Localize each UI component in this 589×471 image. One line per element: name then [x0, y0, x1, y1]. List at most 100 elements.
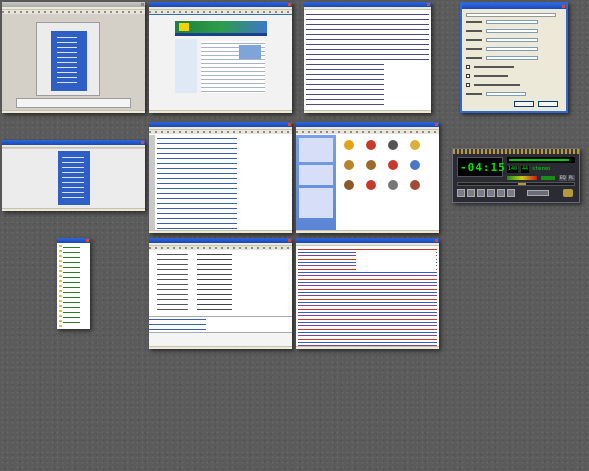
winamp-volume-slider[interactable]	[507, 176, 537, 180]
cp-item-icon[interactable]	[388, 140, 398, 150]
webpage-logo	[179, 23, 189, 31]
document-blue-panel	[58, 151, 90, 205]
window-thumbnail-file-manager[interactable]	[149, 238, 292, 349]
document-page-area	[36, 22, 100, 96]
window-thumbnail-word-landscape[interactable]	[2, 140, 145, 211]
window-toolbar	[149, 10, 292, 14]
window-titlebar	[149, 122, 292, 127]
cp-item-icon[interactable]	[388, 160, 398, 170]
code-text	[157, 136, 290, 229]
cp-item-icon[interactable]	[344, 160, 354, 170]
window-titlebar	[296, 122, 439, 127]
folder-tree	[151, 252, 195, 314]
window-titlebar	[296, 238, 439, 243]
document-page-area	[2, 149, 145, 208]
window-statusbar	[2, 208, 145, 211]
editor-text-mask	[384, 62, 429, 108]
window-thumbnail-control-panel[interactable]	[296, 122, 439, 233]
cp-item-icon[interactable]	[388, 180, 398, 190]
window-titlebar	[149, 2, 292, 7]
winamp-prev-icon[interactable]	[457, 189, 465, 197]
winamp-logo-icon	[563, 189, 573, 197]
window-titlebar	[462, 4, 566, 9]
task-pane-box-2	[299, 165, 333, 185]
task-pane-box-3	[299, 188, 333, 218]
cp-item-icon[interactable]	[410, 160, 420, 170]
window-thumbnail-web-browser[interactable]	[149, 2, 292, 113]
tree-list	[59, 245, 88, 327]
window-toolbar	[149, 130, 292, 134]
window-thumbnail-word-document[interactable]	[2, 2, 145, 113]
task-pane	[296, 135, 336, 230]
winamp-play-icon[interactable]	[467, 189, 475, 197]
tree-icons	[59, 245, 62, 327]
document-lower-box	[16, 98, 131, 108]
window-thumbnail-explorer-tree[interactable]	[57, 238, 90, 329]
window-statusbar	[149, 110, 292, 113]
webpage-header-banner	[175, 21, 267, 33]
winamp-pl-button[interactable]: PL	[568, 175, 575, 181]
dialog-field-1[interactable]	[486, 20, 538, 24]
webpage-canvas	[149, 15, 292, 110]
code-gutter	[149, 135, 155, 230]
cp-item-icon[interactable]	[410, 140, 420, 150]
window-titlebar	[2, 140, 145, 145]
winamp-eq-button[interactable]: EQ	[559, 175, 567, 181]
window-statusbar	[296, 346, 439, 349]
window-titlebar	[149, 238, 292, 243]
window-titlebar	[2, 2, 145, 7]
window-toolbar	[149, 246, 292, 250]
winamp-pause-icon[interactable]	[477, 189, 485, 197]
file-list-left	[197, 252, 241, 314]
dialog-field-3[interactable]	[486, 38, 538, 42]
window-thumbnail-code-editor[interactable]	[149, 122, 292, 233]
document-list	[57, 35, 77, 85]
winamp-seek-bar[interactable]	[457, 182, 575, 186]
cp-item-icon[interactable]	[410, 180, 420, 190]
winamp-song-ticker	[507, 157, 575, 163]
dialog-field-4[interactable]	[486, 47, 538, 51]
window-toolbar	[296, 130, 439, 134]
dialog-field-5[interactable]	[486, 56, 538, 60]
dialog-field-6[interactable]	[486, 92, 526, 96]
window-statusbar	[2, 110, 145, 113]
window-thumbnail-text-editor[interactable]	[304, 2, 431, 113]
dialog-tabs	[466, 13, 556, 17]
cp-item-icon[interactable]	[344, 140, 354, 150]
dialog-field-2[interactable]	[486, 29, 538, 33]
window-titlebar	[304, 2, 431, 7]
cp-item-icon[interactable]	[366, 160, 376, 170]
dialog-cancel-button[interactable]	[538, 101, 558, 107]
dialog-form	[466, 20, 562, 98]
cp-item-icon[interactable]	[366, 140, 376, 150]
winamp-balance-slider[interactable]	[541, 176, 555, 180]
window-thumbnail-winamp[interactable]: -04:15 140 44 stereo EQ PL	[452, 148, 580, 203]
document-blue-panel	[51, 31, 87, 91]
webpage-nav	[175, 33, 267, 36]
winamp-time: -04:15	[460, 161, 506, 174]
window-titlebar	[57, 238, 90, 243]
log-panel	[149, 316, 292, 330]
window-statusbar	[304, 110, 431, 113]
window-menubar	[296, 243, 439, 246]
window-thumbnail-html-editor[interactable]	[296, 238, 439, 349]
window-statusbar	[149, 346, 292, 349]
winamp-eject-icon[interactable]	[507, 189, 515, 197]
winamp-titlebar	[453, 149, 579, 154]
file-list-right	[245, 252, 289, 314]
winamp-khz: 44	[521, 166, 530, 173]
winamp-stop-icon[interactable]	[487, 189, 495, 197]
html-source-mask	[356, 250, 436, 272]
webpage-sidebar	[175, 39, 197, 93]
webpage-image	[239, 45, 261, 59]
cp-item-icon[interactable]	[366, 180, 376, 190]
winamp-shuffle-button[interactable]	[527, 190, 549, 196]
window-statusbar	[149, 230, 292, 233]
winamp-next-icon[interactable]	[497, 189, 505, 197]
cp-item-icon[interactable]	[344, 180, 354, 190]
dialog-ok-button[interactable]	[514, 101, 534, 107]
window-thumbnail-settings-dialog[interactable]	[460, 2, 568, 113]
document-list	[62, 155, 84, 199]
queue-panel	[149, 332, 292, 346]
winamp-kbps: 140	[507, 166, 519, 173]
